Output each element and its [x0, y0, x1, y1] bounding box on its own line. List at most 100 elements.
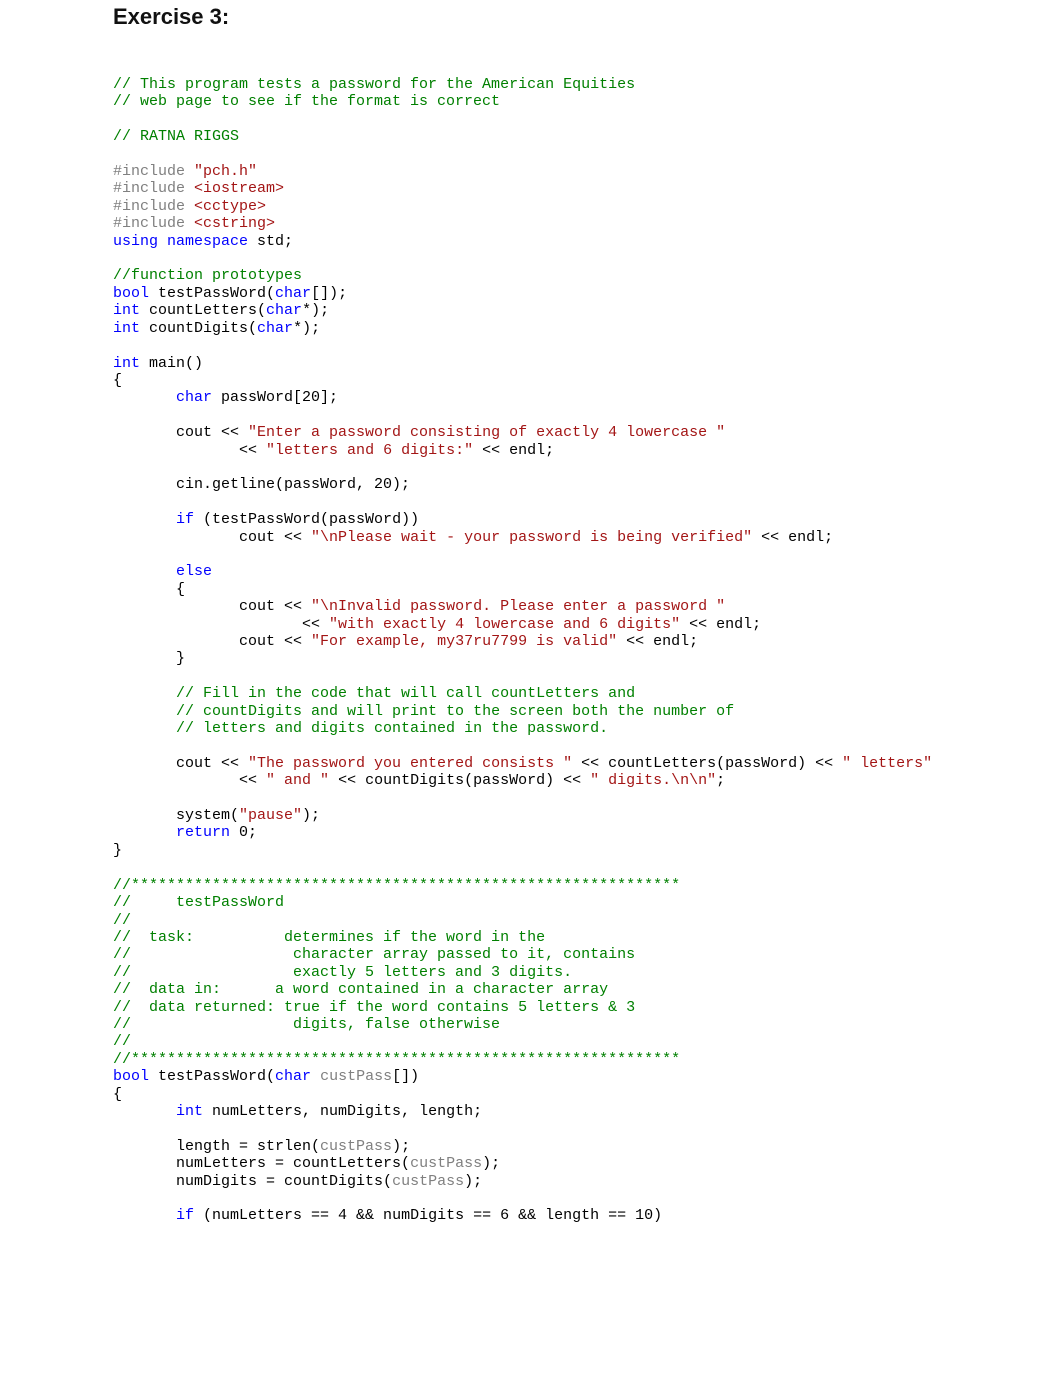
code-text: ); — [464, 1173, 482, 1190]
code-text: testPassWord( — [149, 285, 275, 302]
code-comment: //**************************************… — [113, 877, 680, 894]
code-comment: // — [113, 1033, 131, 1050]
code-text: cout << — [239, 598, 311, 615]
code-comment: // web page to see if the format is corr… — [113, 93, 500, 110]
code-text: (numLetters == 4 && numDigits == 6 && le… — [194, 1207, 662, 1224]
code-string: <cctype> — [194, 198, 266, 215]
code-keyword: bool — [113, 285, 149, 302]
code-param: custPass — [392, 1173, 464, 1190]
code-text: countDigits( — [140, 320, 257, 337]
code-comment: // Fill in the code that will call count… — [176, 685, 635, 702]
code-text: (testPassWord(passWord)) — [194, 511, 419, 528]
code-text: countLetters( — [140, 302, 266, 319]
code-string: "letters and 6 digits:" — [266, 442, 473, 459]
document-page: Exercise 3: // This program tests a pass… — [0, 0, 1062, 1265]
code-listing: // This program tests a password for the… — [113, 76, 1062, 1225]
code-text: << endl; — [617, 633, 698, 650]
code-preproc: #include — [113, 215, 185, 232]
code-text: *); — [293, 320, 320, 337]
exercise-title: Exercise 3: — [113, 0, 1062, 30]
code-text: { — [113, 1086, 122, 1103]
code-string: "pause" — [239, 807, 302, 824]
code-text: testPassWord( — [149, 1068, 275, 1085]
code-string: "\nPlease wait - your password is being … — [311, 529, 752, 546]
code-comment: // This program tests a password for the… — [113, 76, 635, 93]
code-text: } — [113, 842, 122, 859]
code-comment: // testPassWord — [113, 894, 284, 911]
code-text: cout << — [239, 633, 311, 650]
code-keyword: using — [113, 233, 158, 250]
code-text: << endl; — [752, 529, 833, 546]
code-comment: // data returned: true if the word conta… — [113, 999, 635, 1016]
code-param: custPass — [320, 1138, 392, 1155]
code-text: ); — [302, 807, 320, 824]
code-comment: // task: determines if the word in the — [113, 929, 545, 946]
code-comment: // — [113, 912, 131, 929]
code-comment: // data in: a word contained in a charac… — [113, 981, 608, 998]
code-keyword: namespace — [167, 233, 248, 250]
code-keyword: int — [176, 1103, 203, 1120]
code-comment: // character array passed to it, contain… — [113, 946, 635, 963]
code-text: ; — [716, 772, 725, 789]
code-keyword: int — [113, 320, 140, 337]
code-keyword: bool — [113, 1068, 149, 1085]
code-text: << endl; — [680, 616, 761, 633]
code-text: << countLetters(passWord) << — [572, 755, 842, 772]
code-text: system( — [176, 807, 239, 824]
code-string: "with exactly 4 lowercase and 6 digits" — [329, 616, 680, 633]
code-text: length = strlen( — [176, 1138, 320, 1155]
code-string: " letters" — [842, 755, 932, 772]
code-keyword: char — [257, 320, 293, 337]
code-text: std; — [248, 233, 293, 250]
code-text: cin.getline(passWord, 20); — [176, 476, 410, 493]
code-text: []); — [311, 285, 347, 302]
code-preproc: #include — [113, 163, 185, 180]
code-string: "Enter a password consisting of exactly … — [248, 424, 725, 441]
code-preproc: #include — [113, 180, 185, 197]
code-keyword: char — [266, 302, 302, 319]
code-keyword: int — [113, 302, 140, 319]
code-comment: //function prototypes — [113, 267, 302, 284]
code-string: "\nInvalid password. Please enter a pass… — [311, 598, 725, 615]
code-param: custPass — [320, 1068, 392, 1085]
code-text: passWord[20]; — [212, 389, 338, 406]
code-text: { — [113, 372, 122, 389]
code-comment: // digits, false otherwise — [113, 1016, 500, 1033]
code-text: ); — [482, 1155, 500, 1172]
code-text: main() — [140, 355, 203, 372]
code-keyword: if — [176, 1207, 194, 1224]
code-text: cout << — [176, 755, 248, 772]
code-keyword: char — [275, 1068, 311, 1085]
code-keyword: char — [275, 285, 311, 302]
code-text: numLetters = countLetters( — [176, 1155, 410, 1172]
code-text: { — [176, 581, 185, 598]
code-text: } — [176, 650, 185, 667]
code-text: cout << — [176, 424, 248, 441]
code-string: <cstring> — [194, 215, 275, 232]
code-string: " digits.\n\n" — [590, 772, 716, 789]
code-string: "pch.h" — [194, 163, 257, 180]
code-text: << countDigits(passWord) << — [329, 772, 590, 789]
code-text: []) — [392, 1068, 419, 1085]
code-string: "For example, my37ru7799 is valid" — [311, 633, 617, 650]
code-comment: // exactly 5 letters and 3 digits. — [113, 964, 572, 981]
code-comment: // RATNA RIGGS — [113, 128, 239, 145]
code-keyword: else — [176, 563, 212, 580]
code-text: << — [302, 616, 329, 633]
code-comment: // letters and digits contained in the p… — [176, 720, 608, 737]
code-text: ); — [392, 1138, 410, 1155]
code-keyword: char — [176, 389, 212, 406]
code-keyword: return — [176, 824, 230, 841]
code-param: custPass — [410, 1155, 482, 1172]
code-text: 0; — [230, 824, 257, 841]
code-text: << — [239, 442, 266, 459]
code-text: numLetters, numDigits, length; — [203, 1103, 482, 1120]
code-string: "The password you entered consists " — [248, 755, 572, 772]
code-text: << endl; — [473, 442, 554, 459]
code-text: << — [239, 772, 266, 789]
code-text: *); — [302, 302, 329, 319]
code-keyword: if — [176, 511, 194, 528]
code-text: cout << — [239, 529, 311, 546]
code-comment: // countDigits and will print to the scr… — [176, 703, 734, 720]
code-comment: //**************************************… — [113, 1051, 680, 1068]
